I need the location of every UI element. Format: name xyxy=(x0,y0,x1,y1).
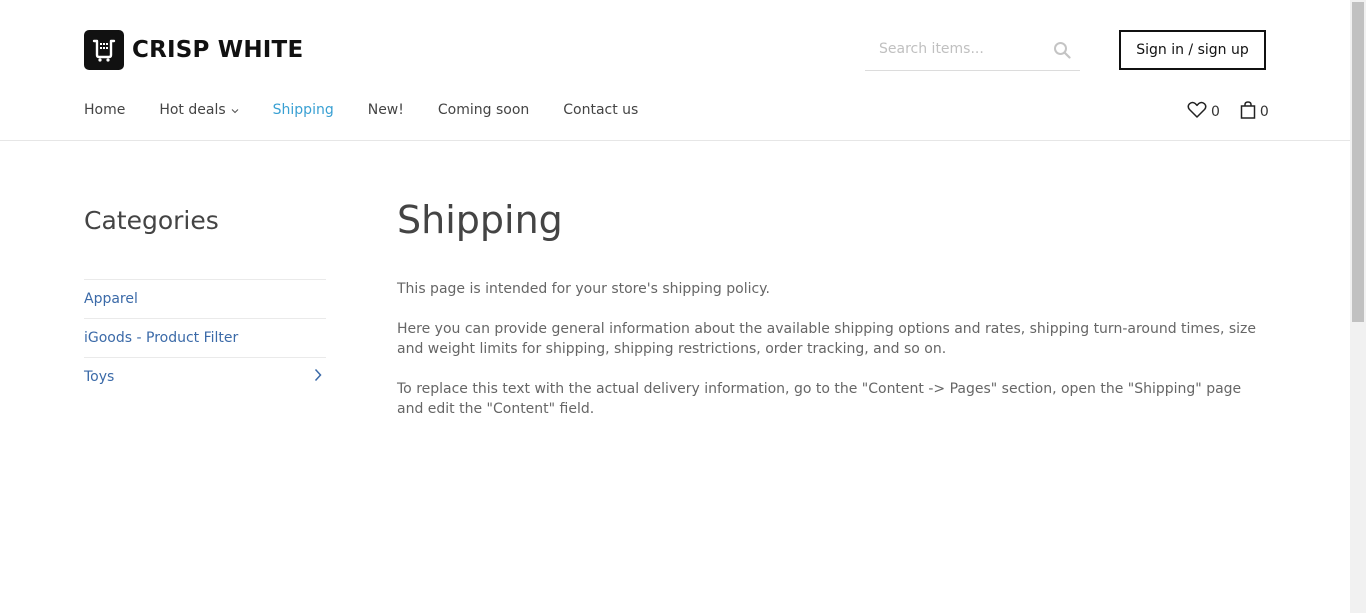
wishlist-count: 0 xyxy=(1211,104,1220,120)
search-icon[interactable] xyxy=(1053,41,1071,63)
sign-in-button[interactable]: Sign in / sign up xyxy=(1119,30,1266,70)
sidebar-title: Categories xyxy=(84,206,219,235)
category-item-igoods[interactable]: iGoods - Product Filter xyxy=(84,319,326,358)
vertical-scrollbar[interactable] xyxy=(1350,0,1366,613)
main-nav: Home Hot deals Shipping New! Coming soon… xyxy=(84,100,672,120)
nav-item-label: Contact us xyxy=(563,102,639,118)
category-label: Toys xyxy=(84,369,115,385)
category-label: Apparel xyxy=(84,291,138,307)
header-divider xyxy=(0,140,1350,141)
main-content: Shipping This page is intended for your … xyxy=(397,197,1267,419)
search-box xyxy=(865,30,1080,71)
scrollbar-thumb[interactable] xyxy=(1352,2,1364,322)
logo[interactable]: CRISP WHITE xyxy=(84,30,303,70)
category-item-apparel[interactable]: Apparel xyxy=(84,280,326,319)
wishlist-link[interactable]: 0 xyxy=(1187,101,1220,123)
logo-cart-icon xyxy=(84,30,124,70)
search-input[interactable] xyxy=(865,30,1049,68)
nav-item-coming-soon[interactable]: Coming soon xyxy=(438,100,529,120)
page-title: Shipping xyxy=(397,198,563,242)
nav-item-label: Hot deals xyxy=(159,102,226,118)
paragraph: Here you can provide general information… xyxy=(397,321,1257,357)
shopping-bag-icon xyxy=(1240,101,1256,123)
nav-item-hot-deals[interactable]: Hot deals xyxy=(159,100,239,120)
heart-icon xyxy=(1187,101,1207,123)
chevron-right-icon[interactable] xyxy=(314,368,322,386)
category-list: Apparel iGoods - Product Filter Toys xyxy=(84,279,326,396)
cart-count: 0 xyxy=(1259,104,1269,120)
nav-item-label: Home xyxy=(84,102,126,118)
paragraph: To replace this text with the actual del… xyxy=(397,381,1242,417)
page: CRISP WHITE Sign in / sign up Home Hot d… xyxy=(0,0,1350,613)
paragraph: This page is intended for your store's s… xyxy=(397,281,770,297)
nav-item-label: New! xyxy=(367,102,404,118)
logo-text: CRISP WHITE xyxy=(132,37,304,63)
categories-sidebar: Categories Apparel iGoods - Product Filt… xyxy=(84,205,326,396)
nav-item-label: Shipping xyxy=(272,102,334,118)
nav-item-shipping[interactable]: Shipping xyxy=(273,100,334,120)
cart-link[interactable]: 0 xyxy=(1240,101,1269,123)
category-label: iGoods - Product Filter xyxy=(84,330,239,346)
nav-item-new[interactable]: New! xyxy=(368,100,404,120)
nav-item-label: Coming soon xyxy=(437,102,530,118)
chevron-down-icon xyxy=(231,102,239,118)
category-item-toys[interactable]: Toys xyxy=(84,358,326,396)
nav-item-contact-us[interactable]: Contact us xyxy=(563,100,638,120)
nav-item-home[interactable]: Home xyxy=(84,100,125,120)
header-counters: 0 0 xyxy=(1187,101,1269,123)
